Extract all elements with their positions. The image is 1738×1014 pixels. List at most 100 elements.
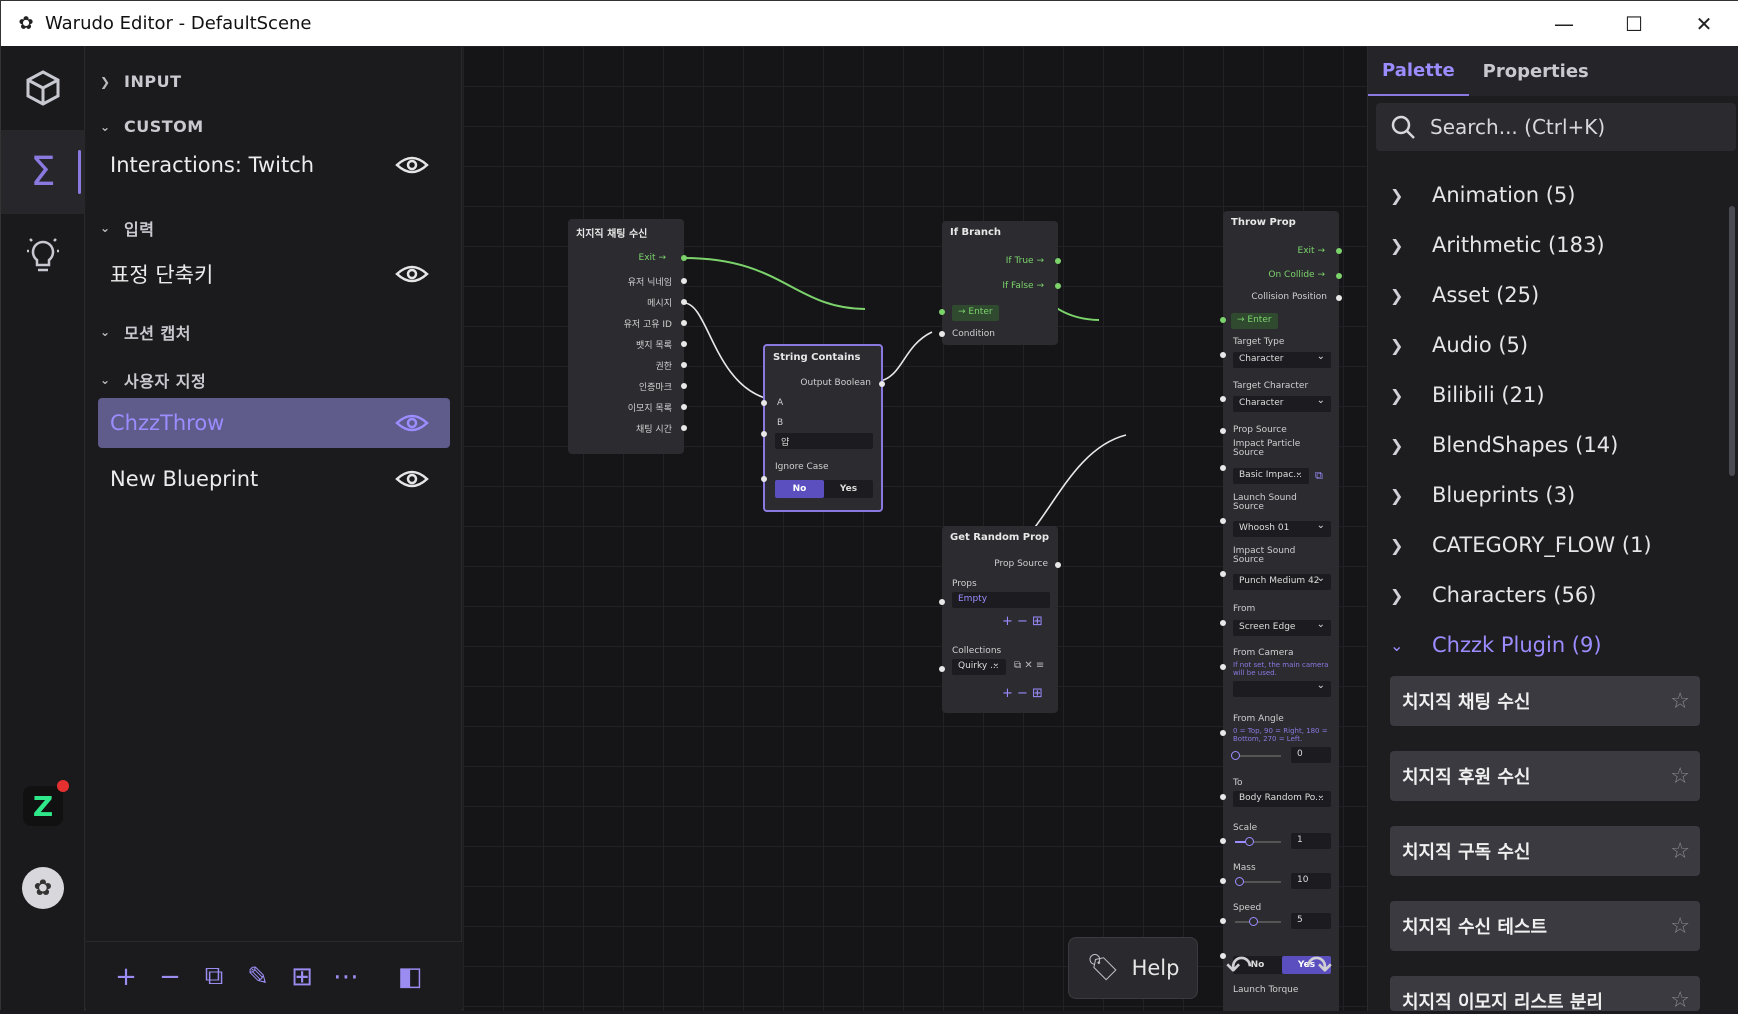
blueprint-item-new-blueprint[interactable]: New Blueprint — [98, 454, 450, 504]
if-false-port[interactable] — [1055, 283, 1061, 289]
to-select[interactable]: Body Random Po... — [1233, 790, 1331, 807]
palette-node-item[interactable]: 치지직 수신 테스트 ☆ — [1390, 901, 1700, 951]
undo-button[interactable]: ↶ — [1214, 947, 1264, 987]
star-icon[interactable]: ☆ — [1670, 764, 1690, 789]
category-user-defined[interactable]: ⌄ 사용자 지정 — [100, 368, 206, 392]
palette-node-item[interactable]: 치지직 구독 수신 ☆ — [1390, 826, 1700, 876]
output-port[interactable] — [681, 383, 687, 389]
palette-category[interactable]: ❯ Characters (56) — [1390, 577, 1596, 613]
close-button[interactable]: ✕ — [1669, 1, 1738, 46]
chat-receive-node[interactable]: 치지직 채팅 수신 Exit → 유저 닉네임 메시지 유저 고유 ID 뱃지 … — [568, 219, 687, 454]
if-true-port[interactable] — [1055, 258, 1061, 264]
input-port[interactable] — [1220, 730, 1226, 736]
input-port[interactable] — [1220, 396, 1226, 402]
open-asset-icon[interactable]: ⧉ — [1315, 469, 1323, 483]
from-camera-select[interactable] — [1233, 680, 1331, 697]
palette-node-item[interactable]: 치지직 채팅 수신 ☆ — [1390, 676, 1700, 726]
no-option[interactable]: No — [775, 480, 824, 498]
speed-slider[interactable] — [1235, 917, 1281, 926]
category-input[interactable]: ❯ INPUT — [100, 72, 181, 91]
prop-source-port[interactable] — [1220, 428, 1226, 434]
eye-icon[interactable] — [394, 467, 430, 491]
eye-icon[interactable] — [394, 262, 430, 286]
enter-port[interactable] — [939, 309, 945, 315]
edit-icon[interactable]: ✎ — [236, 955, 280, 999]
target-type-select[interactable]: Character — [1233, 351, 1331, 368]
input-port[interactable] — [1220, 465, 1226, 471]
collection-select[interactable]: Quirky ... — [952, 658, 1006, 675]
category-input-ko[interactable]: ⌄ 입력 — [100, 216, 154, 240]
if-branch-node[interactable]: If Branch If True → If False → → Enter C… — [939, 221, 1061, 345]
throw-prop-node[interactable]: Throw Prop Exit → On Collide → Collision… — [1220, 211, 1342, 1011]
impact-sound-select[interactable]: Punch Medium 42 — [1233, 573, 1331, 590]
duplicate-icon[interactable]: ⧉ — [192, 955, 236, 999]
tab-palette[interactable]: Palette — [1368, 46, 1469, 96]
star-icon[interactable]: ☆ — [1670, 914, 1690, 939]
output-port[interactable] — [681, 320, 687, 326]
output-port[interactable] — [879, 381, 885, 387]
palette-category[interactable]: ❯ BlendShapes (14) — [1390, 427, 1618, 463]
collections-list-controls[interactable]: + − ⊞ — [1002, 686, 1043, 701]
b-value-input[interactable]: 얍 — [775, 433, 873, 449]
impact-particle-select[interactable]: Basic Impac... — [1233, 467, 1309, 484]
yes-option[interactable]: Yes — [824, 480, 873, 498]
output-port[interactable] — [681, 278, 687, 284]
scale-slider[interactable] — [1235, 837, 1281, 846]
palette-scrollbar[interactable] — [1729, 206, 1735, 476]
enter-port[interactable] — [1220, 317, 1226, 323]
palette-category[interactable]: ❯ CATEGORY_FLOW (1) — [1390, 527, 1652, 563]
tab-properties[interactable]: Properties — [1469, 46, 1603, 96]
add-icon[interactable]: + — [104, 955, 148, 999]
palette-category[interactable]: ❯ Audio (5) — [1390, 327, 1528, 363]
collection-item-controls[interactable]: ⧉ ✕ ≡ — [1014, 660, 1044, 671]
props-empty-field[interactable]: Empty — [952, 592, 1050, 608]
palette-node-item[interactable]: 치지직 이모지 리스트 분리 ☆ — [1390, 976, 1700, 1013]
eye-icon[interactable] — [394, 411, 430, 435]
star-icon[interactable]: ☆ — [1670, 988, 1690, 1013]
output-port[interactable] — [681, 362, 687, 368]
input-port[interactable] — [761, 400, 767, 406]
output-port[interactable] — [1336, 295, 1342, 301]
on-collide-port[interactable] — [1336, 273, 1342, 279]
palette-category[interactable]: ❯ Animation (5) — [1390, 177, 1575, 213]
star-icon[interactable]: ☆ — [1670, 689, 1690, 714]
input-port[interactable] — [1220, 571, 1226, 577]
input-port[interactable] — [1220, 352, 1226, 358]
eye-icon[interactable] — [394, 153, 430, 177]
collapse-panel-icon[interactable]: ◧ — [388, 955, 432, 999]
category-custom[interactable]: ⌄ CUSTOM — [100, 117, 204, 136]
palette-node-item[interactable]: 치지직 후원 수신 ☆ — [1390, 751, 1700, 801]
palette-category[interactable]: ❯ Arithmetic (183) — [1390, 227, 1605, 263]
get-random-prop-node[interactable]: Get Random Prop Prop Source Props Empty … — [939, 526, 1061, 713]
grid-add-icon[interactable]: ⊞ — [280, 955, 324, 999]
from-angle-slider[interactable] — [1231, 751, 1281, 760]
redo-button[interactable]: ↷ — [1294, 947, 1344, 987]
category-motion-capture[interactable]: ⌄ 모션 캡처 — [100, 320, 191, 344]
input-port[interactable] — [761, 476, 767, 482]
input-port[interactable] — [939, 599, 945, 605]
scene-cube-button[interactable] — [1, 46, 85, 130]
chzzk-app-button[interactable]: Z — [1, 764, 85, 848]
output-port[interactable] — [681, 341, 687, 347]
input-port[interactable] — [1220, 664, 1226, 670]
output-port[interactable] — [681, 299, 687, 305]
output-port[interactable] — [681, 404, 687, 410]
maximize-button[interactable]: ☐ — [1599, 1, 1669, 46]
ignore-case-toggle[interactable]: No Yes — [775, 480, 873, 498]
launch-sound-select[interactable]: Whoosh 01 — [1233, 520, 1331, 537]
search-input[interactable]: Search... (Ctrl+K) — [1376, 103, 1736, 151]
from-select[interactable]: Screen Edge — [1233, 619, 1331, 636]
props-list-controls[interactable]: + − ⊞ — [1002, 614, 1043, 629]
speed-input[interactable]: 5 — [1291, 913, 1331, 929]
user-avatar-button[interactable]: ✿ — [1, 846, 85, 930]
input-port[interactable] — [1220, 794, 1226, 800]
blueprint-item-chzzthrow[interactable]: ChzzThrow — [98, 398, 450, 448]
more-icon[interactable]: ⋯ — [324, 955, 368, 999]
star-icon[interactable]: ☆ — [1670, 839, 1690, 864]
blueprint-item-expression-shortcuts[interactable]: 표정 단축키 — [98, 249, 450, 299]
palette-category[interactable]: ❯ Blueprints (3) — [1390, 477, 1575, 513]
palette-category[interactable]: ❯ Bilibili (21) — [1390, 377, 1545, 413]
remove-icon[interactable]: − — [148, 955, 192, 999]
blueprint-item-interactions-twitch[interactable]: Interactions: Twitch — [98, 140, 450, 190]
mass-slider[interactable] — [1235, 877, 1281, 886]
